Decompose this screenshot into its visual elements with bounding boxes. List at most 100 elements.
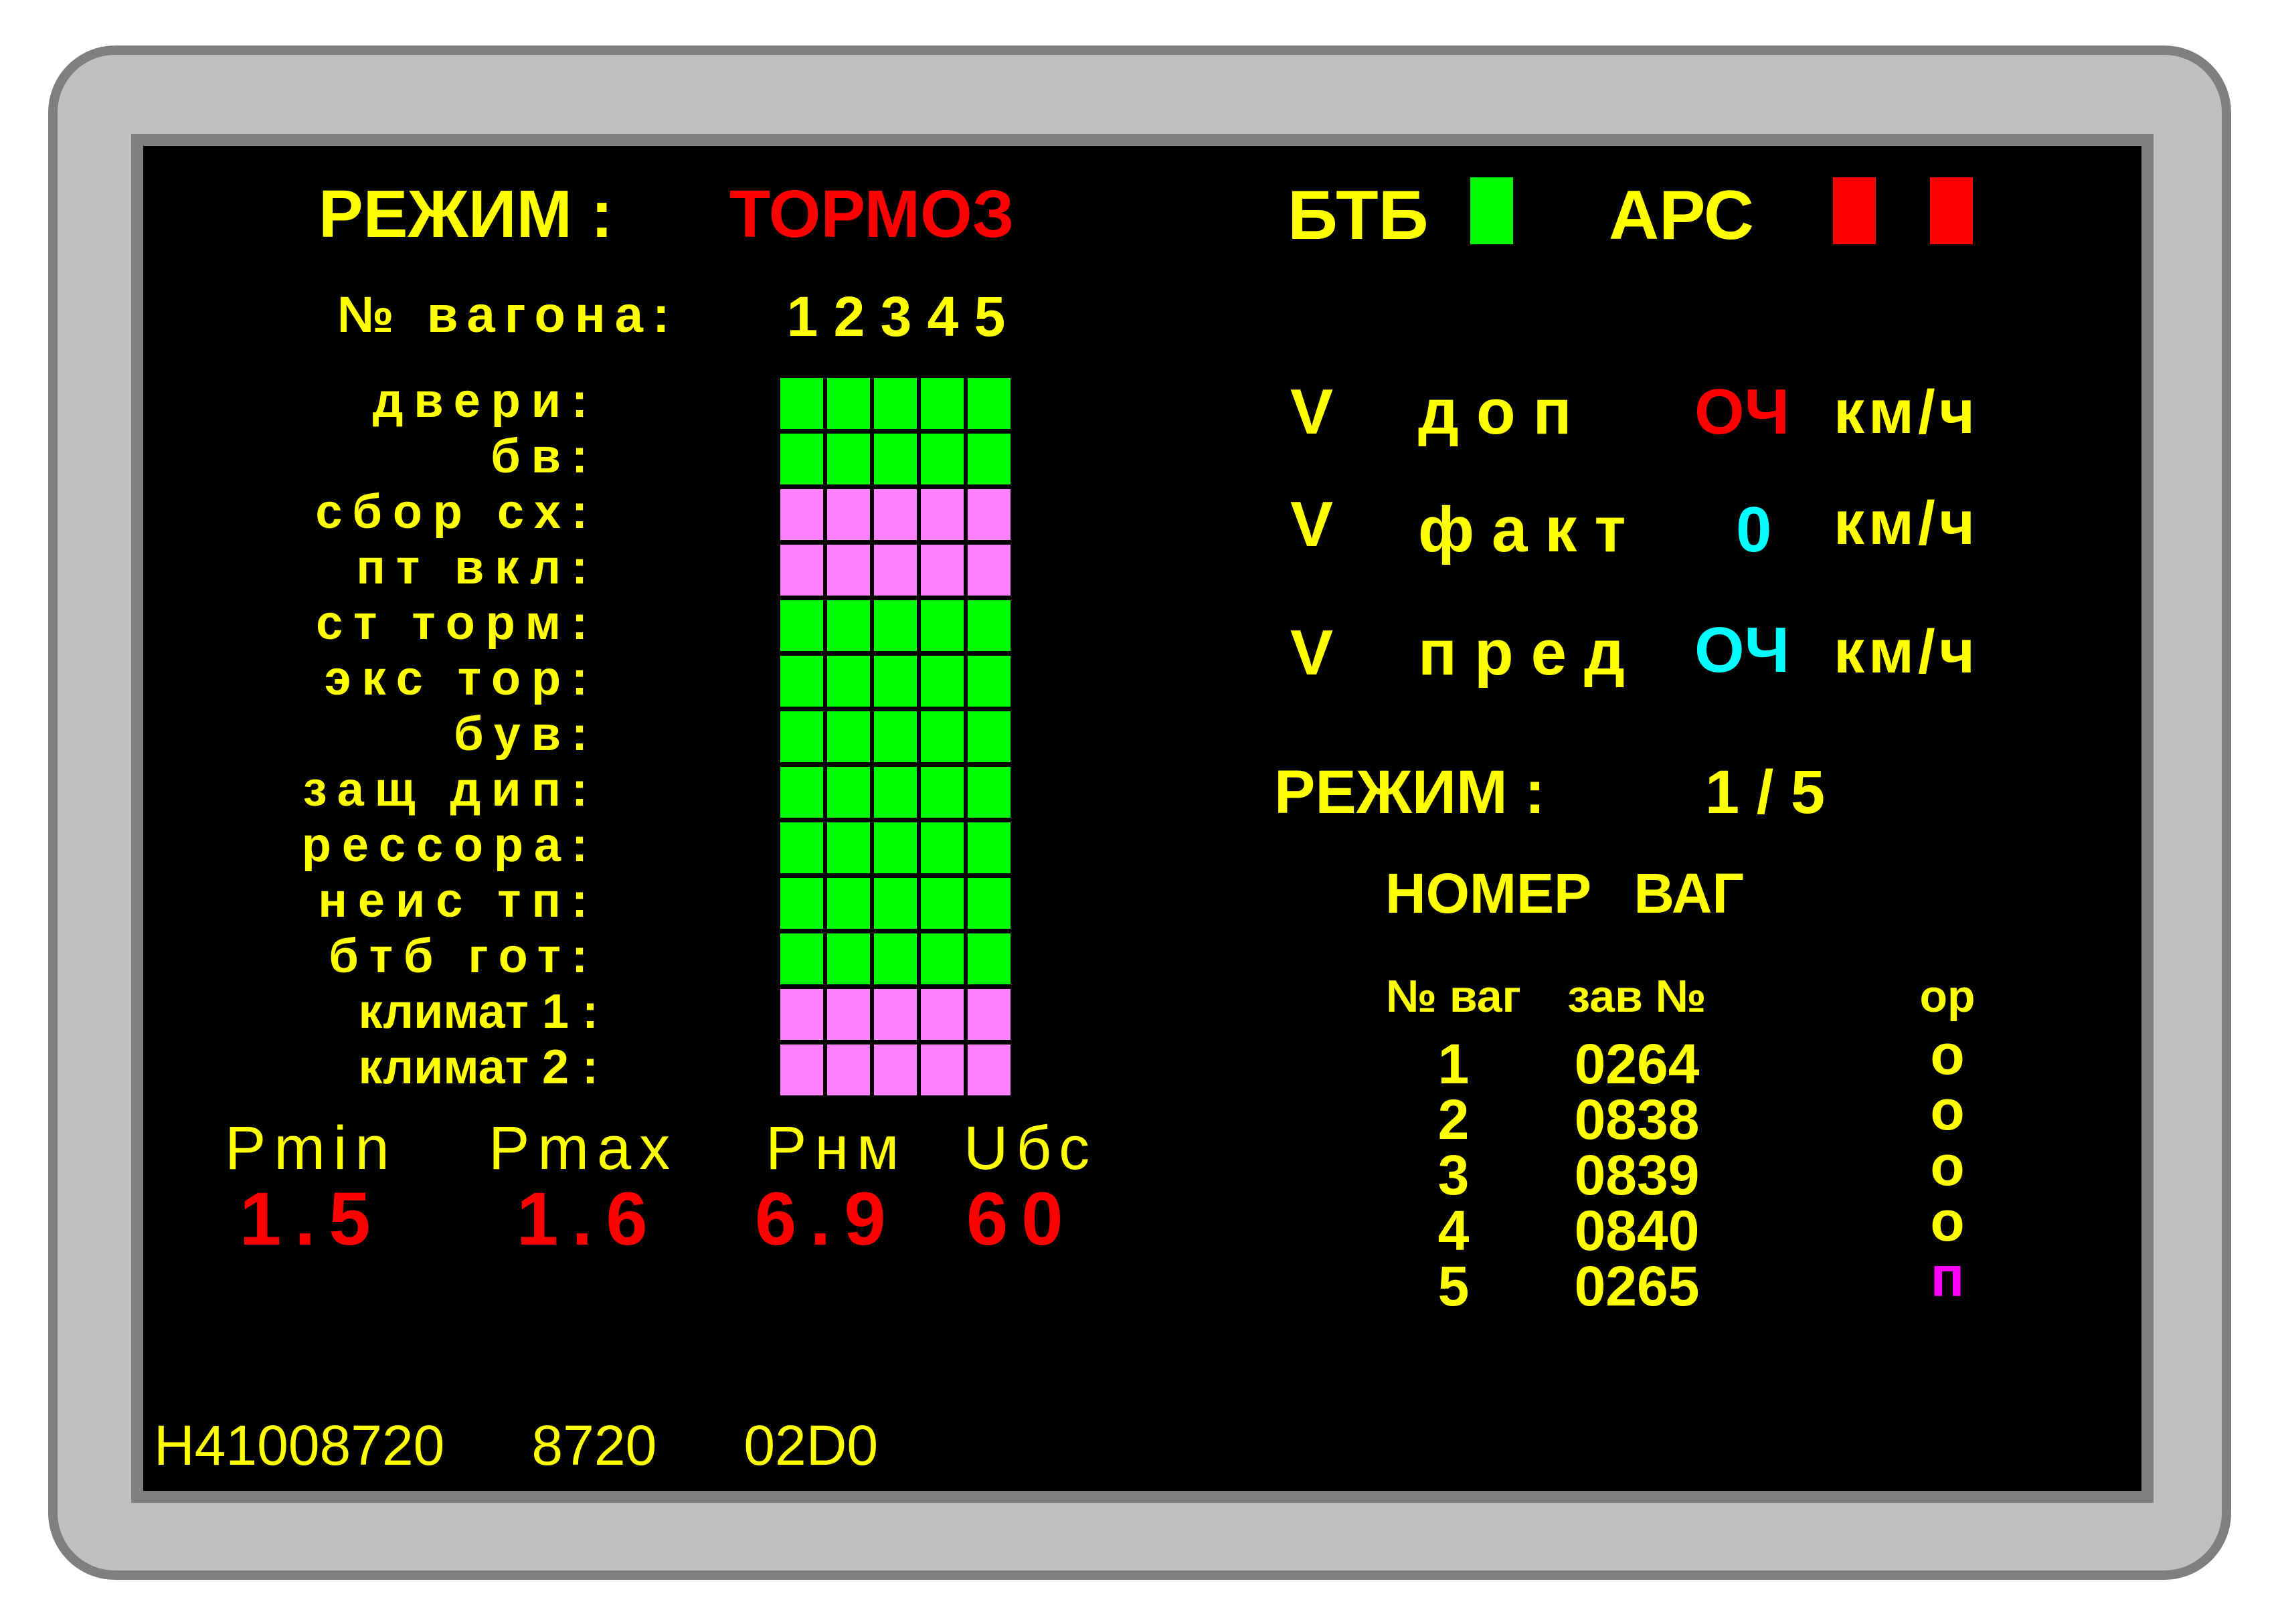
status-cell bbox=[921, 989, 964, 1040]
car-table-or: о bbox=[1930, 1134, 1965, 1197]
car-number: 2 bbox=[833, 285, 865, 348]
speed-unit: км/ч bbox=[1834, 489, 1980, 557]
status-cell bbox=[827, 933, 870, 984]
status-cell bbox=[921, 489, 964, 540]
status-cell bbox=[827, 767, 870, 818]
status-cell bbox=[921, 600, 964, 651]
status-row-label: экс тор: bbox=[324, 652, 598, 705]
status-cell bbox=[968, 545, 1011, 596]
status-cell bbox=[827, 711, 870, 762]
car-table-car: 4 bbox=[1437, 1199, 1470, 1262]
car-number: 4 bbox=[927, 285, 959, 348]
car-table-car: 1 bbox=[1437, 1032, 1470, 1095]
car-table-car: 2 bbox=[1437, 1088, 1470, 1151]
status-cell bbox=[968, 878, 1011, 929]
car-table-car: 3 bbox=[1437, 1144, 1470, 1206]
car-table-title: НОМЕР ВАГ bbox=[1385, 862, 1745, 925]
speed-name: факт bbox=[1418, 494, 1644, 565]
status-cell bbox=[874, 822, 917, 873]
status-cell bbox=[780, 489, 823, 540]
status-row-label: бтб гот: bbox=[329, 929, 598, 983]
footer-id: H41008720 bbox=[154, 1414, 445, 1477]
status-cell bbox=[921, 933, 964, 984]
status-cell bbox=[780, 434, 823, 484]
status-cell bbox=[827, 822, 870, 873]
car-table-or: п bbox=[1930, 1245, 1965, 1308]
status-cell bbox=[780, 656, 823, 707]
status-cell bbox=[968, 989, 1011, 1040]
status-cell bbox=[968, 711, 1011, 762]
status-cell bbox=[968, 656, 1011, 707]
status-cell bbox=[968, 822, 1011, 873]
status-cell bbox=[921, 711, 964, 762]
status-cell bbox=[780, 378, 823, 429]
status-cell bbox=[827, 489, 870, 540]
pressure-label: Pmax bbox=[489, 1114, 679, 1182]
mode-value: ТОРМОЗ bbox=[729, 177, 1015, 252]
btb-indicator bbox=[1470, 177, 1513, 244]
status-cell bbox=[827, 378, 870, 429]
diagnostic-screen: РЕЖИМ : ТОРМОЗ № вагона: 1 2 3 4 5 двери… bbox=[143, 146, 2141, 1491]
mode-title: РЕЖИМ : bbox=[319, 177, 614, 252]
status-row-label: сбор сх: bbox=[315, 485, 598, 539]
car-table-header: ор bbox=[1919, 971, 1976, 1022]
status-cell bbox=[921, 767, 964, 818]
status-row-label: ст торм: bbox=[316, 596, 598, 650]
status-cell bbox=[921, 434, 964, 484]
speed-name: пред bbox=[1418, 617, 1642, 689]
status-cell bbox=[921, 656, 964, 707]
ars-indicator bbox=[1833, 177, 1876, 244]
footer-code-2: 02D0 bbox=[743, 1414, 879, 1477]
status-row-label: двери: bbox=[372, 374, 598, 428]
status-cell bbox=[874, 489, 917, 540]
status-cell bbox=[780, 600, 823, 651]
pressure-value: 60 bbox=[966, 1177, 1077, 1261]
speed-value: 0 bbox=[1736, 494, 1772, 565]
status-cell bbox=[921, 545, 964, 596]
car-table-car: 5 bbox=[1437, 1255, 1470, 1318]
car-table-serial: 0264 bbox=[1574, 1032, 1700, 1095]
status-cell bbox=[780, 767, 823, 818]
status-cell bbox=[921, 878, 964, 929]
status-cell bbox=[827, 989, 870, 1040]
status-cell bbox=[874, 989, 917, 1040]
status-cell bbox=[874, 434, 917, 484]
status-cell bbox=[780, 878, 823, 929]
status-row-label: защ дип: bbox=[302, 763, 598, 816]
status-cell bbox=[780, 933, 823, 984]
status-cell bbox=[780, 989, 823, 1040]
status-cell bbox=[827, 878, 870, 929]
car-table-serial: 0265 bbox=[1574, 1255, 1700, 1318]
pressure-label: Pнм bbox=[766, 1114, 907, 1182]
car-table-header: № ваг bbox=[1386, 971, 1521, 1022]
status-cell bbox=[968, 378, 1011, 429]
speed-unit: км/ч bbox=[1834, 618, 1980, 686]
car-table-header: зав № bbox=[1567, 971, 1706, 1022]
status-cell bbox=[827, 1045, 870, 1095]
footer-code-1: 8720 bbox=[531, 1414, 657, 1477]
status-row-label: климат 1 : bbox=[358, 985, 598, 1039]
status-row-label: пт вкл: bbox=[356, 541, 598, 594]
status-cell bbox=[968, 489, 1011, 540]
status-cell bbox=[827, 600, 870, 651]
pressure-value: 1.6 bbox=[517, 1177, 661, 1261]
status-cell bbox=[874, 711, 917, 762]
ars-label: АРС bbox=[1609, 177, 1754, 254]
speed-symbol: V bbox=[1290, 617, 1334, 689]
status-cell bbox=[968, 600, 1011, 651]
status-cell bbox=[968, 1045, 1011, 1095]
status-row-label: бв: bbox=[491, 430, 598, 483]
car-table-serial: 0838 bbox=[1574, 1088, 1700, 1151]
status-row-label: був: bbox=[454, 707, 598, 761]
status-cell bbox=[780, 822, 823, 873]
status-cell bbox=[968, 767, 1011, 818]
speed-value: ОЧ bbox=[1694, 614, 1790, 686]
speed-name: доп bbox=[1418, 376, 1589, 448]
car-table-serial: 0839 bbox=[1574, 1144, 1700, 1206]
status-cell bbox=[874, 600, 917, 651]
status-cell bbox=[921, 822, 964, 873]
car-table-or: о bbox=[1930, 1023, 1965, 1086]
status-row-label: рессора: bbox=[301, 818, 598, 872]
footer-status-line: H41008720 8720 02D0 bbox=[154, 1417, 878, 1473]
speed-value: ОЧ bbox=[1694, 376, 1790, 448]
